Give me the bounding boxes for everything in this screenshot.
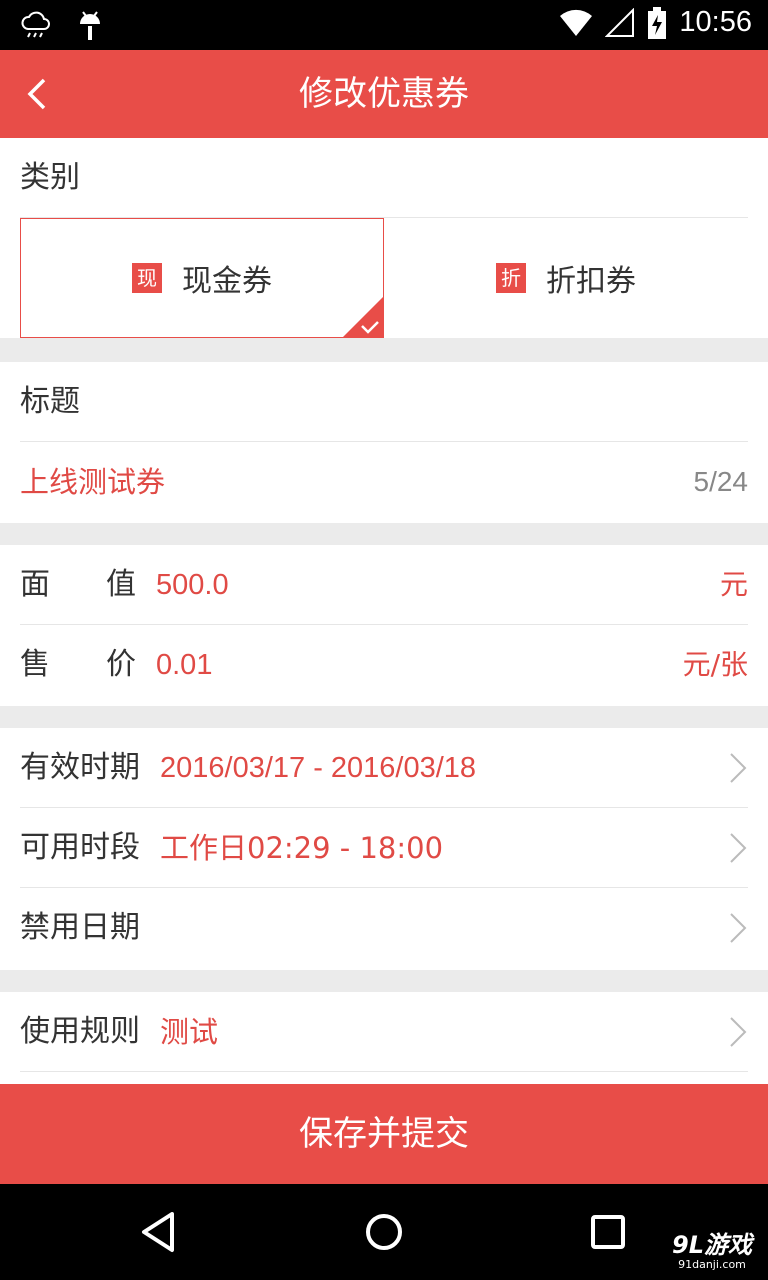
category-options: 现 现金券 折 折扣券 [20, 218, 748, 338]
back-triangle-icon[interactable] [132, 1204, 188, 1260]
available-time-row[interactable]: 可用时段 工作日02:29 - 18:00 [20, 808, 748, 888]
rain-cloud-icon [21, 11, 50, 38]
validity-value: 2016/03/17 - 2016/03/18 [160, 752, 477, 784]
home-circle-icon[interactable] [356, 1204, 412, 1260]
rules-label: 使用规则 [20, 1014, 140, 1049]
discount-coupon-option[interactable]: 折 折扣券 [384, 218, 748, 338]
price-section: 面 值 500.0 元 售 价 0.01 元/张 [0, 545, 768, 706]
face-value-input[interactable]: 500.0 [156, 545, 229, 625]
price-unit: 元/张 [682, 648, 748, 681]
face-value-label: 面 值 [20, 545, 136, 625]
save-submit-button[interactable]: 保存并提交 [0, 1084, 768, 1184]
title-char-counter: 5/24 [693, 466, 749, 497]
rules-section: 使用规则 测试 [0, 992, 768, 1084]
discount-coupon-label: 折扣券 [546, 264, 636, 299]
cell-signal-icon [605, 7, 635, 37]
wifi-icon [560, 9, 593, 36]
android-icon [80, 11, 100, 40]
category-label: 类别 [20, 160, 80, 195]
title-input-row[interactable]: 上线测试券 5/24 [20, 442, 748, 522]
selected-check-icon [342, 296, 384, 338]
category-section: 类别 现 现金券 折 折扣券 [0, 138, 768, 338]
title-section: 标题 上线测试券 5/24 [0, 362, 768, 523]
validity-label: 有效时期 [20, 750, 140, 785]
title-input[interactable]: 上线测试券 [20, 442, 165, 522]
rules-value: 测试 [160, 1015, 219, 1049]
chevron-right-icon [730, 913, 747, 943]
blackout-dates-row[interactable]: 禁用日期 [20, 888, 748, 968]
watermark-url: 91danji.com [678, 1258, 746, 1271]
title-label: 标题 [20, 384, 80, 419]
navigation-bar [0, 1184, 768, 1280]
price-input[interactable]: 0.01 [156, 625, 212, 705]
chevron-right-icon [730, 1017, 747, 1047]
face-value-unit: 元 [719, 568, 748, 601]
cash-coupon-option[interactable]: 现 现金券 [20, 218, 384, 338]
price-label: 售 价 [20, 625, 136, 705]
cash-badge: 现 [132, 263, 162, 293]
chevron-right-icon [730, 833, 747, 863]
blackout-dates-label: 禁用日期 [20, 910, 140, 945]
title-header: 标题 [20, 362, 748, 442]
category-header: 类别 [20, 138, 748, 218]
price-row[interactable]: 售 价 0.01 元/张 [20, 625, 748, 705]
time-section: 有效时期 2016/03/17 - 2016/03/18 可用时段 工作日02:… [0, 728, 768, 970]
watermark-logo-text: 9L游戏 [672, 1231, 752, 1259]
page-title: 修改优惠券 [299, 74, 469, 114]
discount-badge: 折 [496, 263, 526, 293]
status-bar: 10:56 [0, 0, 768, 50]
rules-row[interactable]: 使用规则 测试 [20, 992, 748, 1072]
available-time-value: 工作日02:29 - 18:00 [160, 831, 444, 865]
validity-row[interactable]: 有效时期 2016/03/17 - 2016/03/18 [20, 728, 748, 808]
battery-charging-icon [648, 6, 667, 39]
face-value-label-b: 值 [106, 567, 136, 602]
chevron-right-icon [730, 753, 747, 783]
recents-square-icon[interactable] [580, 1204, 636, 1260]
face-value-label-a: 面 [20, 567, 50, 602]
available-time-label: 可用时段 [20, 830, 140, 865]
face-value-row[interactable]: 面 值 500.0 元 [20, 545, 748, 625]
app-bar: 修改优惠券 [0, 50, 768, 138]
cash-coupon-label: 现金券 [182, 264, 272, 299]
status-time: 10:56 [679, 6, 752, 38]
price-label-b: 价 [106, 647, 136, 682]
site-watermark: 9L游戏 91danji.com [672, 1232, 752, 1272]
price-label-a: 售 [20, 647, 50, 682]
